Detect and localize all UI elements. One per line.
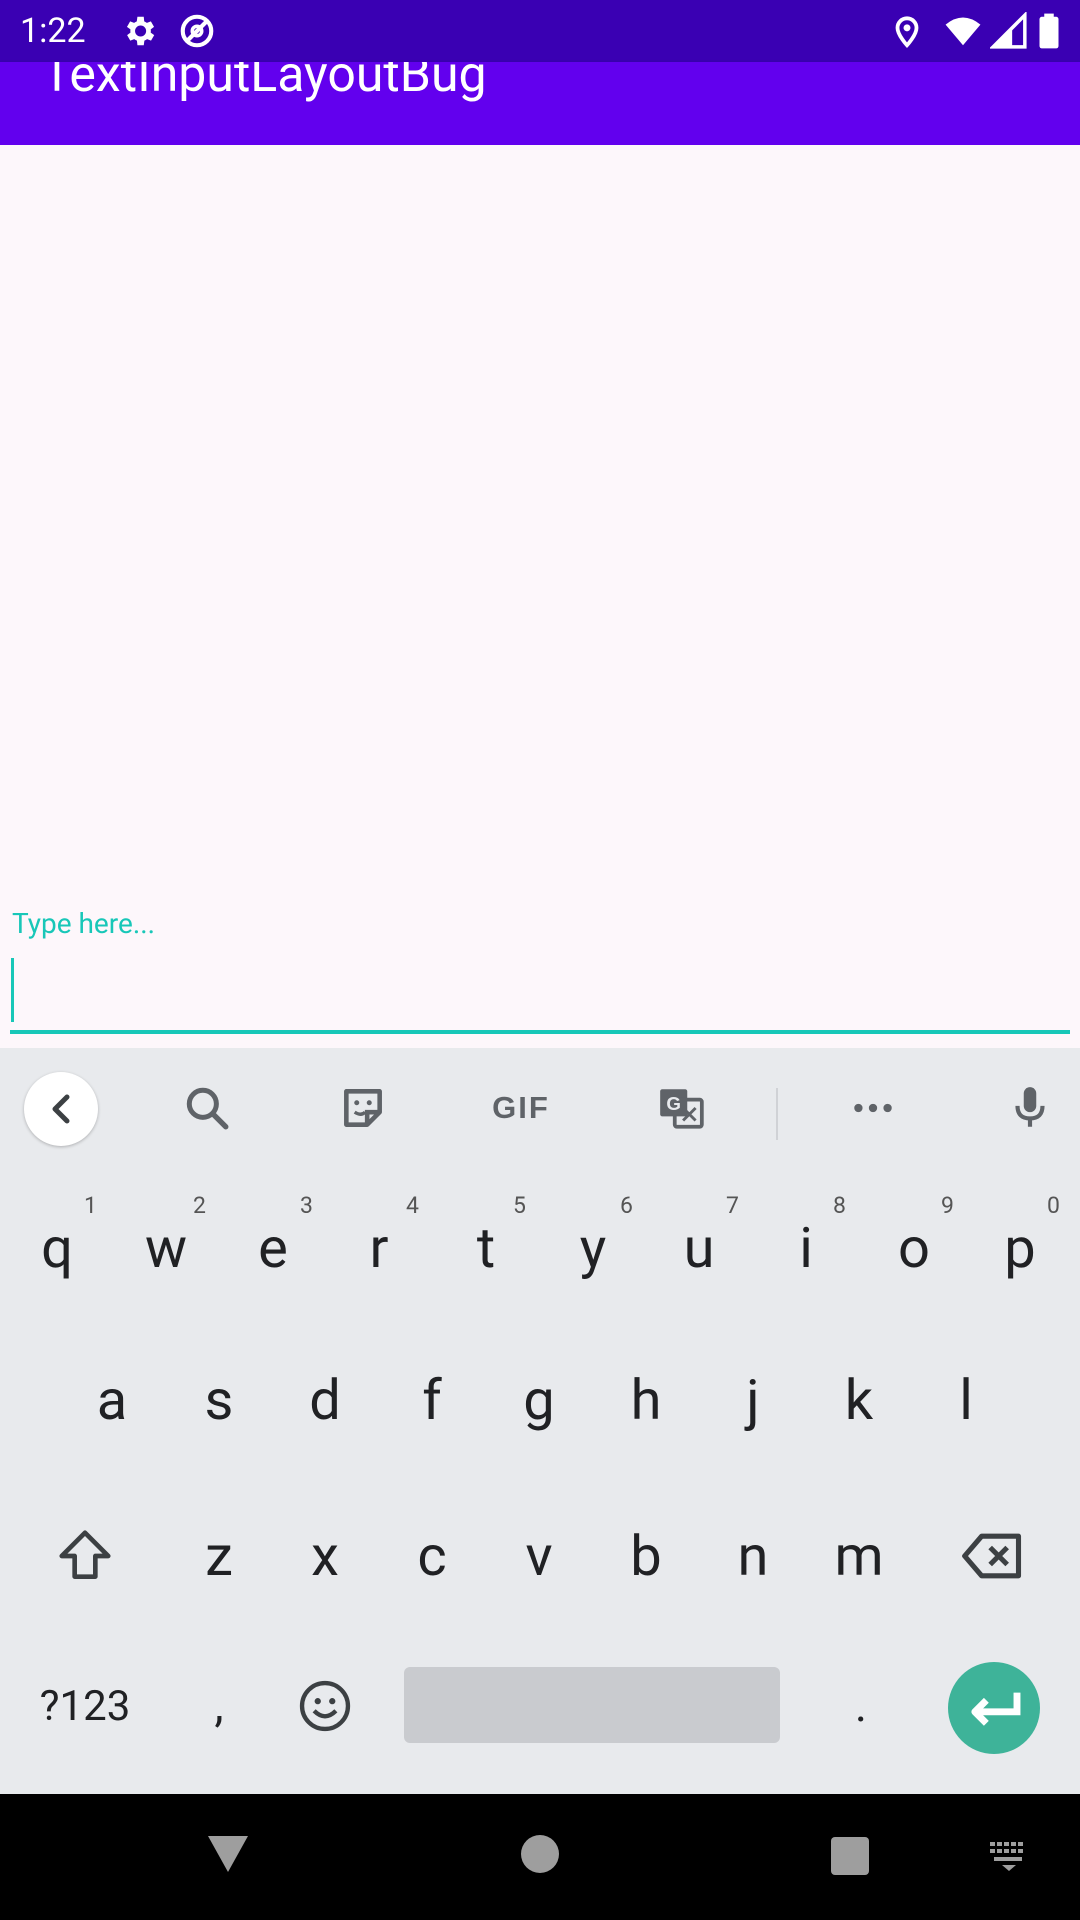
navigation-bar [0, 1794, 1080, 1920]
key-m[interactable]: m [806, 1496, 912, 1616]
key-hint: 5 [513, 1192, 526, 1219]
key-label: w [144, 1215, 188, 1281]
symbols-key[interactable]: ?123 [20, 1646, 150, 1766]
keyboard-more-button[interactable] [836, 1048, 910, 1168]
key-hint: 1 [84, 1192, 97, 1219]
key-label: e [258, 1215, 288, 1281]
key-o[interactable]: o9 [861, 1188, 967, 1308]
keyboard-switch-icon[interactable] [988, 1840, 1030, 1872]
key-hint: 3 [300, 1192, 313, 1219]
signal-icon [990, 12, 1027, 49]
key-p[interactable]: p0 [967, 1188, 1073, 1308]
keyboard-search-button[interactable] [170, 1048, 244, 1168]
mic-icon [1015, 1087, 1045, 1127]
recents-icon[interactable] [830, 1836, 870, 1876]
keyboard-sticker-button[interactable] [326, 1048, 400, 1168]
more-icon [854, 1103, 892, 1113]
key-v[interactable]: v [486, 1496, 592, 1616]
wifi-icon [945, 17, 981, 46]
period-key[interactable]: . [808, 1646, 914, 1766]
key-label: p [1004, 1215, 1036, 1281]
space-key[interactable] [404, 1667, 780, 1743]
key-label: u [683, 1215, 715, 1281]
keyboard-mic-button[interactable] [1000, 1048, 1060, 1168]
key-j[interactable]: j [700, 1340, 806, 1460]
key-hint: 8 [833, 1192, 846, 1219]
key-label: t [476, 1215, 496, 1281]
battery-icon [1039, 13, 1059, 49]
backspace-icon [962, 1533, 1022, 1579]
enter-key[interactable] [948, 1662, 1040, 1754]
key-hint: 4 [406, 1192, 419, 1219]
key-x[interactable]: x [272, 1496, 378, 1616]
back-icon[interactable] [206, 1834, 250, 1874]
key-u[interactable]: u7 [646, 1188, 752, 1308]
key-b[interactable]: b [593, 1496, 699, 1616]
shift-key[interactable] [32, 1496, 138, 1616]
key-label: i [799, 1215, 813, 1281]
key-hint: 2 [193, 1192, 206, 1219]
chevron-left-icon [52, 1094, 70, 1124]
backspace-key[interactable] [940, 1496, 1046, 1616]
app-bar: TextInputLayoutBug [0, 62, 1080, 145]
enter-icon [971, 1692, 1021, 1726]
settings-icon [126, 16, 155, 46]
emoji-key[interactable] [272, 1646, 378, 1766]
keyboard-translate-button[interactable]: G [644, 1048, 718, 1168]
key-hint: 9 [941, 1192, 954, 1219]
key-q[interactable]: q1 [4, 1188, 110, 1308]
key-k[interactable]: k [806, 1340, 912, 1460]
keyboard-back-button[interactable] [24, 1072, 98, 1146]
key-i[interactable]: i8 [753, 1188, 859, 1308]
search-icon [186, 1087, 229, 1130]
key-hint: 0 [1047, 1192, 1060, 1219]
key-label: o [898, 1215, 930, 1281]
key-g[interactable]: g [486, 1340, 592, 1460]
key-label: r [369, 1215, 389, 1281]
key-f[interactable]: f [379, 1340, 485, 1460]
text-field-underline[interactable] [10, 1030, 1070, 1034]
gif-button[interactable]: GIF [474, 1048, 568, 1168]
key-e[interactable]: e3 [220, 1188, 326, 1308]
content-area [0, 145, 1080, 1045]
key-n[interactable]: n [700, 1496, 806, 1616]
key-z[interactable]: z [166, 1496, 272, 1616]
key-s[interactable]: s [166, 1340, 272, 1460]
status-time: 1:22 [20, 11, 86, 51]
key-r[interactable]: r4 [326, 1188, 432, 1308]
key-t[interactable]: t5 [433, 1188, 539, 1308]
text-cursor [11, 958, 14, 1022]
text-field-hint: Type here... [12, 907, 155, 940]
toolbar-divider [776, 1088, 778, 1140]
home-icon[interactable] [520, 1834, 560, 1874]
sticker-icon [344, 1089, 382, 1127]
key-d[interactable]: d [272, 1340, 378, 1460]
svg-text:G: G [666, 1093, 681, 1114]
status-bar: 1:22 [0, 0, 1080, 62]
key-label: q [41, 1215, 73, 1281]
key-w[interactable]: w2 [113, 1188, 219, 1308]
key-l[interactable]: l [913, 1340, 1019, 1460]
key-a[interactable]: a [59, 1340, 165, 1460]
app-title: TextInputLayoutBug [42, 62, 487, 104]
key-hint: 6 [620, 1192, 633, 1219]
comma-key[interactable]: , [166, 1646, 272, 1766]
emoji-icon [299, 1680, 351, 1732]
key-c[interactable]: c [379, 1496, 485, 1616]
key-hint: 7 [726, 1192, 739, 1219]
shift-icon [59, 1530, 111, 1579]
sync-icon [180, 14, 214, 48]
key-y[interactable]: y6 [540, 1188, 646, 1308]
translate-icon: G [660, 1089, 704, 1129]
key-label: y [579, 1215, 607, 1281]
location-icon [895, 16, 919, 49]
key-h[interactable]: h [593, 1340, 699, 1460]
